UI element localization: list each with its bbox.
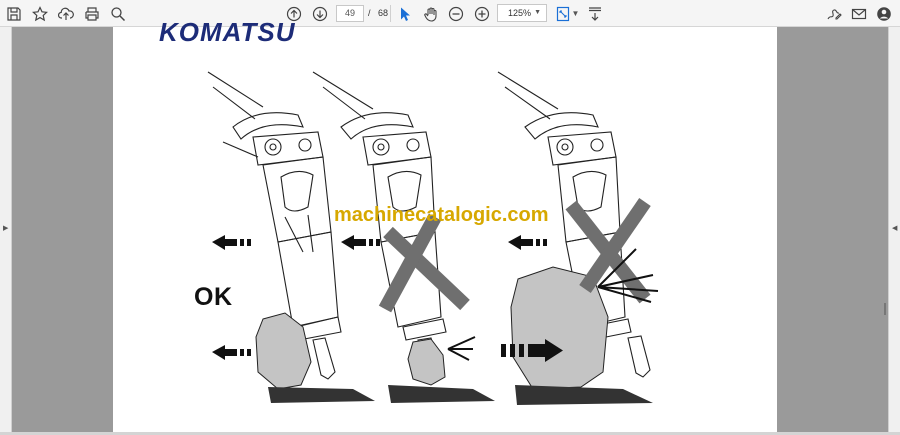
hand-tool-button[interactable] (420, 3, 442, 24)
sign-icon (827, 8, 842, 20)
upload-button[interactable] (55, 3, 77, 24)
document-page: KOMATSU OK machinecatalogic.com (113, 17, 777, 435)
scroll-mode-icon (589, 6, 601, 21)
page-header-logo: KOMATSU (159, 17, 296, 47)
page-separator: / (368, 8, 371, 18)
account-button[interactable] (873, 3, 895, 24)
print-button[interactable] (81, 3, 103, 24)
find-button[interactable] (107, 3, 129, 24)
next-page-button[interactable] (309, 3, 331, 24)
cloud-upload-icon (58, 7, 74, 20)
left-panel-strip[interactable]: ▶ (0, 27, 12, 435)
watermark-text: machinecatalogic.com (334, 204, 549, 226)
chevron-down-icon: ▼ (571, 9, 580, 18)
zoom-level-select[interactable]: 125% ▼ (497, 4, 547, 22)
print-icon (85, 6, 99, 21)
account-icon (877, 6, 891, 21)
select-tool-button[interactable] (394, 3, 416, 24)
bookmark-button[interactable] (29, 3, 51, 24)
search-icon (111, 6, 126, 21)
total-pages: 68 (378, 8, 389, 18)
cursor-arrow-icon (401, 7, 410, 21)
chevron-down-icon: ▼ (534, 9, 541, 16)
zoom-in-icon (474, 6, 490, 21)
zoom-in-button[interactable] (471, 3, 493, 24)
star-icon (32, 5, 48, 21)
sign-button[interactable] (823, 3, 845, 24)
arrow-down-circle-icon (312, 6, 328, 21)
ground-1 (268, 387, 375, 403)
hand-icon (424, 6, 437, 22)
chevron-left-icon: ◀ (892, 225, 898, 232)
ok-label: OK (194, 283, 233, 311)
zoom-level-value: 125% (508, 8, 532, 18)
ground-3 (515, 385, 653, 405)
pdf-toolbar: 49 / 68 125% ▼ ▼ (0, 0, 900, 27)
rock-small (407, 338, 446, 386)
fit-page-icon (556, 6, 569, 21)
zoom-out-icon (448, 6, 464, 21)
save-button[interactable] (3, 3, 25, 24)
hydraulic-breaker-illustration (207, 71, 659, 405)
email-icon (851, 8, 867, 19)
right-panel-strip[interactable]: ◀ (888, 27, 900, 435)
ground-2 (388, 385, 495, 403)
scroll-mode-button[interactable] (584, 3, 606, 24)
fit-page-button[interactable]: ▼ (554, 3, 580, 24)
chevron-right-icon: ▶ (3, 225, 9, 232)
zoom-out-button[interactable] (445, 3, 467, 24)
save-icon (7, 6, 21, 21)
current-page-input[interactable]: 49 (336, 5, 364, 22)
scrollbar-thumb[interactable] (884, 303, 886, 315)
email-button[interactable] (848, 3, 870, 24)
toolbar-divider (390, 5, 391, 22)
